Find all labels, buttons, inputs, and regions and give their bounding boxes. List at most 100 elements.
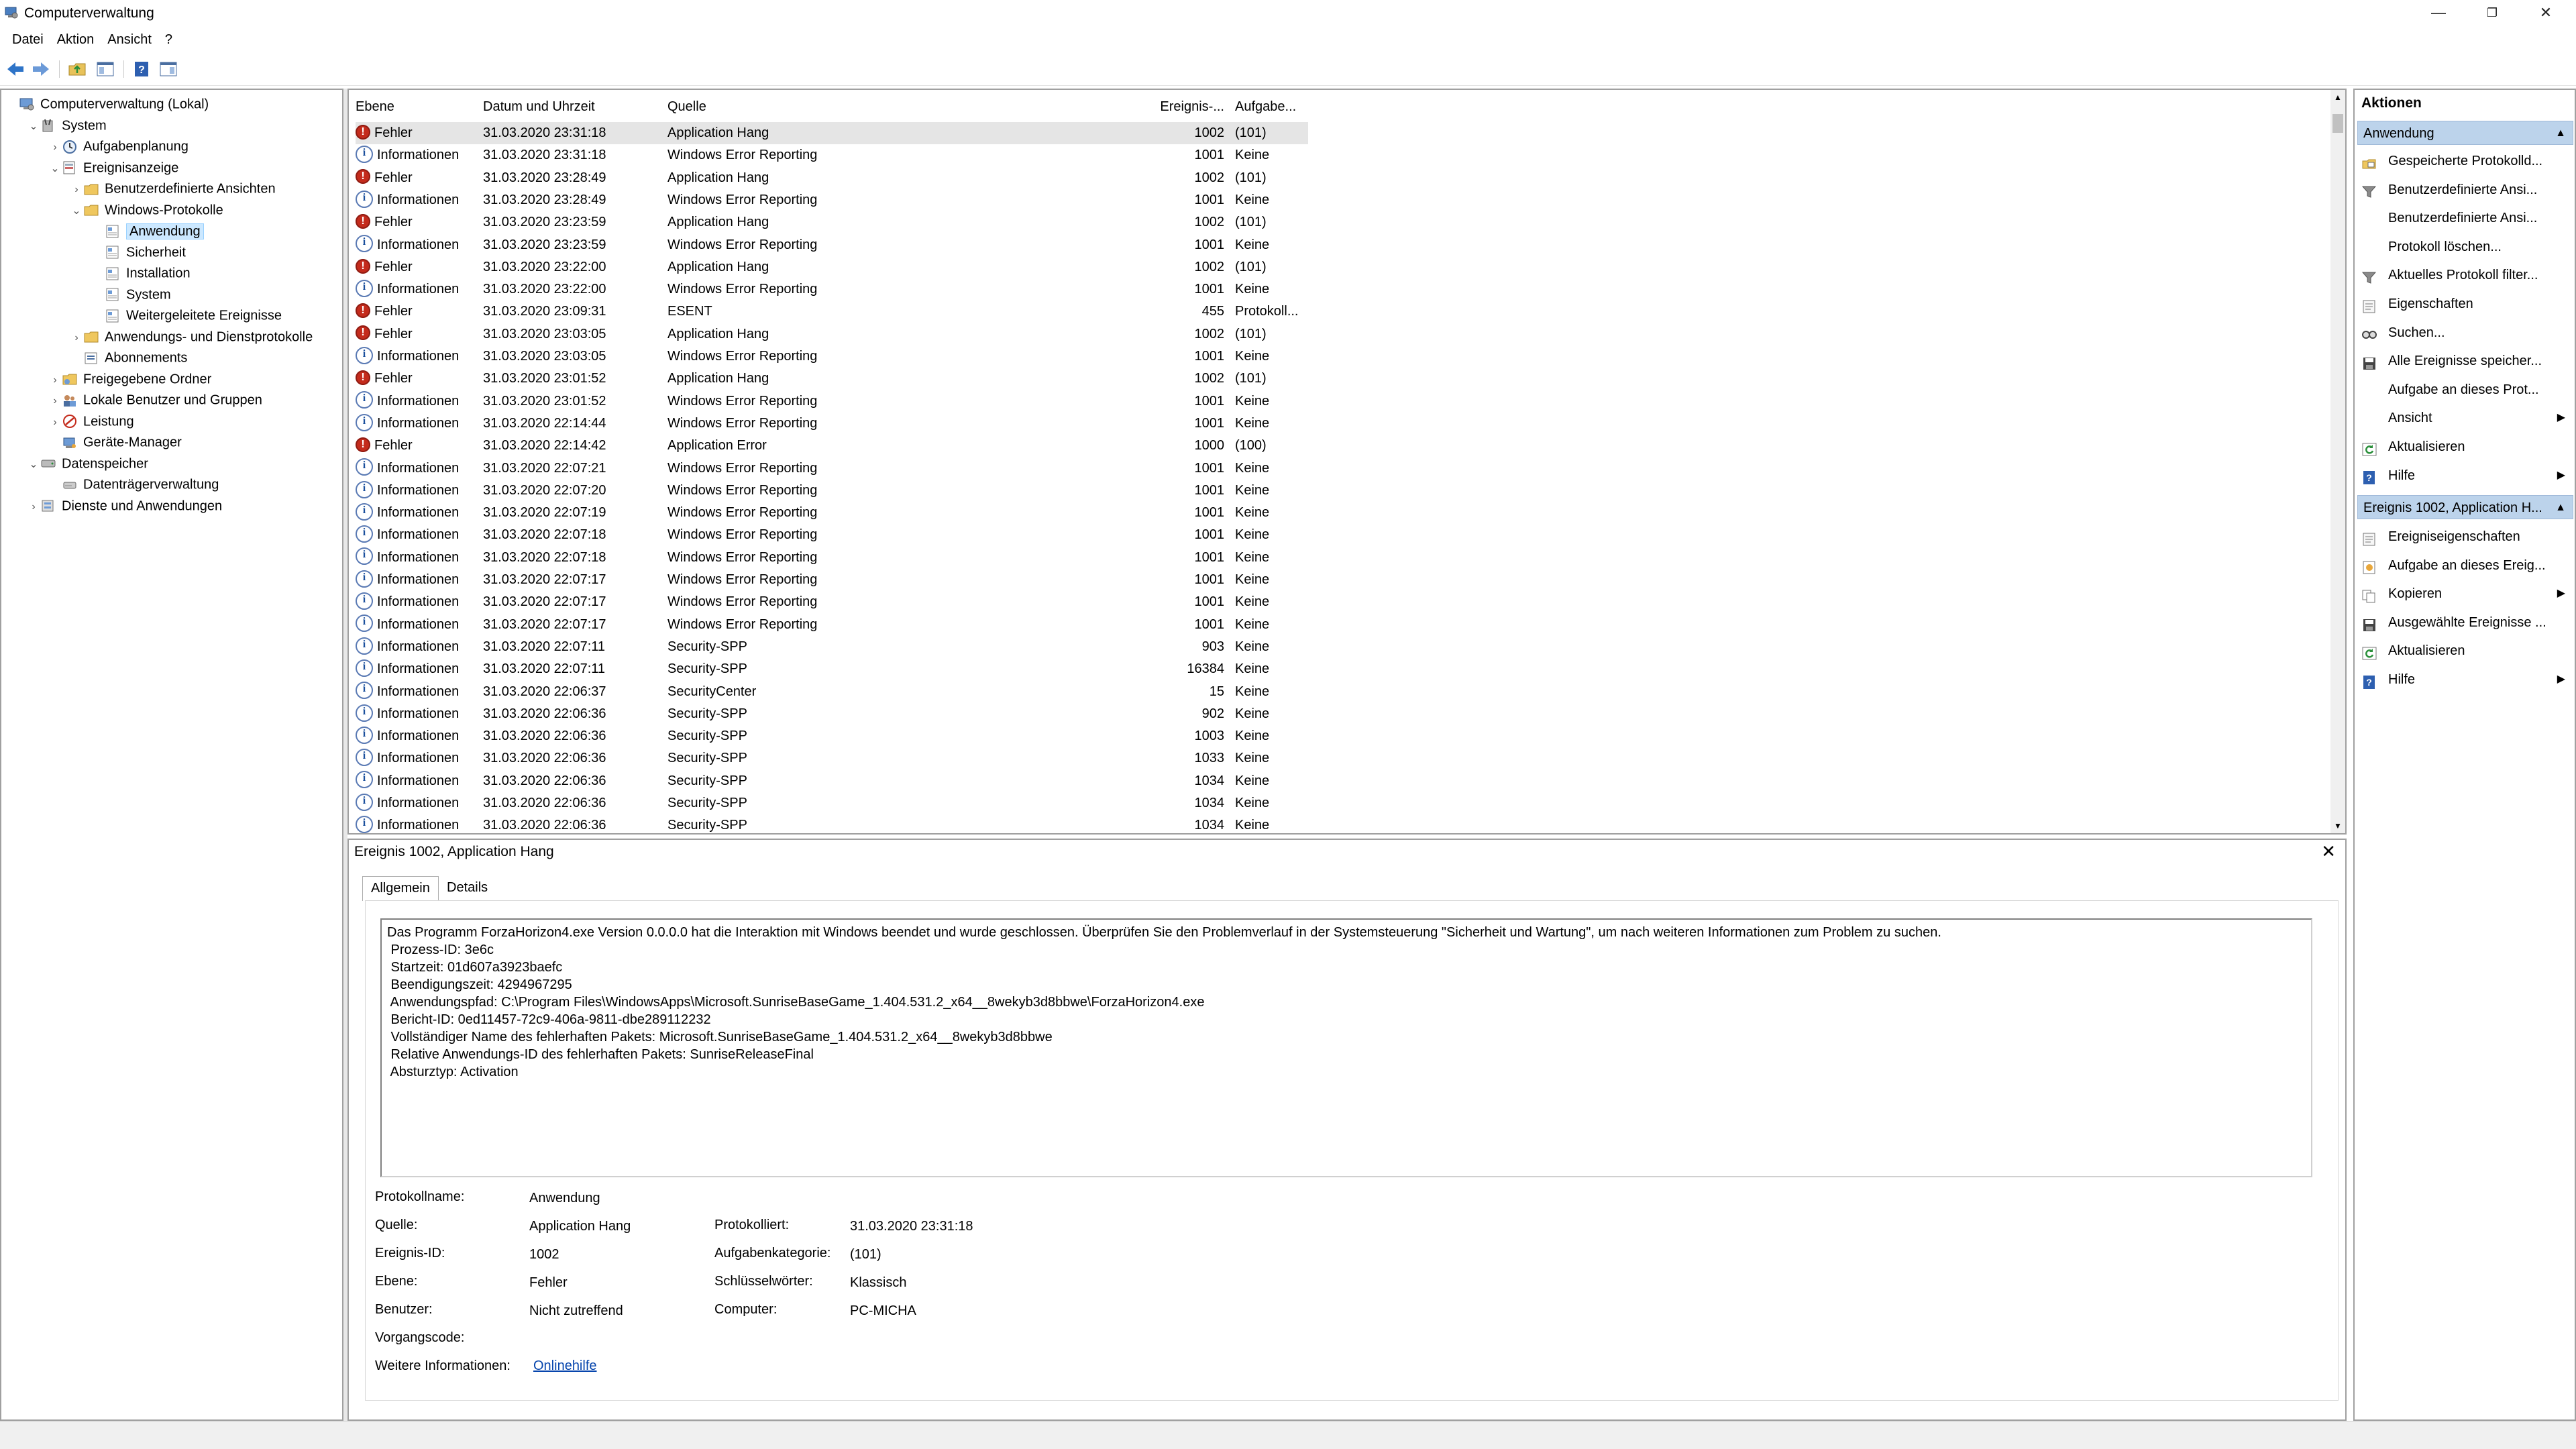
help-button[interactable]: ? <box>130 58 153 80</box>
action-item[interactable]: Suchen... <box>2361 319 2573 346</box>
expand-toggle-icon[interactable]: › <box>70 180 83 200</box>
tree-item[interactable]: ⌄ Datenspeicher <box>27 453 148 474</box>
forward-button[interactable] <box>30 58 52 80</box>
expand-toggle-icon[interactable]: › <box>48 391 62 411</box>
table-row[interactable]: i Informationen 31.03.2020 23:01:52 Windows… <box>356 390 1308 413</box>
column-header-quelle[interactable]: Quelle <box>667 97 1157 117</box>
table-row[interactable]: i Informationen 31.03.2020 23:31:18 Windows… <box>356 144 1308 166</box>
action-item[interactable]: Ansicht ▶ <box>2361 405 2573 431</box>
tab-details[interactable]: Details <box>439 876 496 900</box>
expand-toggle-icon[interactable]: ⌄ <box>27 117 40 137</box>
table-row[interactable]: ! Fehler 31.03.2020 23:03:05 Application Ha… <box>356 323 1308 345</box>
list-scrollbar[interactable]: ▲ ▼ <box>2330 90 2345 833</box>
tree-item[interactable]: Installation <box>91 263 191 283</box>
expand-toggle-icon[interactable]: › <box>48 138 62 158</box>
collapse-icon[interactable]: ▲ <box>2555 121 2566 146</box>
table-row[interactable]: i Informationen 31.03.2020 22:06:36 Securit… <box>356 770 1308 792</box>
action-item[interactable]: Aktuelles Protokoll filter... <box>2361 262 2573 288</box>
back-button[interactable] <box>4 58 27 80</box>
table-row[interactable]: i Informationen 31.03.2020 22:07:17 Windows… <box>356 591 1308 613</box>
action-item[interactable]: Protokoll löschen... <box>2361 233 2573 260</box>
action-item[interactable]: Aktualisieren <box>2361 637 2573 664</box>
table-row[interactable]: ! Fehler 31.03.2020 22:14:42 Application Er… <box>356 435 1308 457</box>
event-description[interactable]: Das Programm ForzaHorizon4.exe Version 0… <box>380 918 2312 1177</box>
table-row[interactable]: i Informationen 31.03.2020 22:06:36 Securit… <box>356 747 1308 769</box>
action-item[interactable]: Kopieren ▶ <box>2361 580 2573 607</box>
tree-item[interactable]: ⌄ Windows-Protokolle <box>70 200 223 220</box>
column-header-ebene[interactable]: Ebene <box>356 97 483 117</box>
expand-toggle-icon[interactable]: › <box>27 497 40 517</box>
detail-close-button[interactable]: ✕ <box>2321 841 2336 862</box>
table-row[interactable]: ! Fehler 31.03.2020 23:31:18 Application Ha… <box>356 122 1308 144</box>
tree-item[interactable]: Anwendung <box>91 221 204 241</box>
menu-help[interactable]: ? <box>158 27 179 52</box>
table-row[interactable]: i Informationen 31.03.2020 22:07:20 Windows… <box>356 480 1308 502</box>
expand-toggle-icon[interactable]: ⌄ <box>27 455 40 475</box>
table-row[interactable]: i Informationen 31.03.2020 23:22:00 Windows… <box>356 278 1308 301</box>
column-header-aufgabe[interactable]: Aufgabe... <box>1231 97 1309 117</box>
restore-button[interactable]: ❐ <box>2469 0 2516 27</box>
action-item[interactable]: Aktualisieren <box>2361 433 2573 460</box>
show-hide-action-pane-button[interactable] <box>157 58 180 80</box>
expand-toggle-icon[interactable]: ⌄ <box>70 201 83 221</box>
up-folder-button[interactable] <box>66 58 89 80</box>
action-item[interactable]: Benutzerdefinierte Ansi... <box>2361 176 2573 203</box>
action-item[interactable]: ? Hilfe ▶ <box>2361 666 2573 693</box>
tree-item[interactable]: ⌄ System <box>27 115 106 137</box>
table-row[interactable]: i Informationen 31.03.2020 22:07:11 Securit… <box>356 636 1308 658</box>
table-row[interactable]: ! Fehler 31.03.2020 23:09:31 ESENT 455 Protok… <box>356 301 1308 323</box>
table-row[interactable]: i Informationen 31.03.2020 22:07:19 Windows… <box>356 502 1308 524</box>
table-row[interactable]: ! Fehler 31.03.2020 23:01:52 Application Ha… <box>356 368 1308 390</box>
table-row[interactable]: i Informationen 31.03.2020 22:06:37 Securit… <box>356 681 1308 703</box>
action-item[interactable]: Aufgabe an dieses Ereig... <box>2361 552 2573 579</box>
table-row[interactable]: i Informationen 31.03.2020 23:03:05 Windows… <box>356 345 1308 368</box>
show-hide-tree-button[interactable] <box>94 58 117 80</box>
tree-item[interactable]: Weitergeleitete Ereignisse <box>91 305 282 325</box>
action-item[interactable]: Eigenschaften <box>2361 290 2573 317</box>
expand-toggle-icon[interactable]: › <box>48 413 62 433</box>
tree-item[interactable]: Abonnements <box>70 347 187 368</box>
table-row[interactable]: i Informationen 31.03.2020 22:06:36 Securit… <box>356 792 1308 814</box>
expand-toggle-icon[interactable]: › <box>70 328 83 348</box>
tree-item[interactable]: › Leistung <box>48 411 133 433</box>
table-row[interactable]: i Informationen 31.03.2020 22:07:17 Windows… <box>356 614 1308 636</box>
table-row[interactable]: i Informationen 31.03.2020 22:06:36 Securit… <box>356 725 1308 747</box>
expand-toggle-icon[interactable]: ⌄ <box>48 159 62 179</box>
table-row[interactable]: ! Fehler 31.03.2020 23:22:00 Application Ha… <box>356 256 1308 278</box>
action-item[interactable]: Alle Ereignisse speicher... <box>2361 347 2573 374</box>
table-row[interactable]: i Informationen 31.03.2020 22:06:36 Securit… <box>356 703 1308 725</box>
table-row[interactable]: ! Fehler 31.03.2020 23:23:59 Application Ha… <box>356 211 1308 233</box>
column-header-datum[interactable]: Datum und Uhrzeit <box>483 97 667 117</box>
menu-datei[interactable]: Datei <box>5 27 50 52</box>
tree-item[interactable]: Datenträgerverwaltung <box>48 474 219 494</box>
table-row[interactable]: i Informationen 31.03.2020 22:07:17 Windows… <box>356 569 1308 591</box>
table-row[interactable]: i Informationen 31.03.2020 22:07:18 Windows… <box>356 547 1308 569</box>
tree-item[interactable]: › Benutzerdefinierte Ansichten <box>70 178 275 200</box>
action-item[interactable]: Aufgabe an dieses Prot... <box>2361 376 2573 403</box>
table-row[interactable]: i Informationen 31.03.2020 22:07:18 Windows… <box>356 524 1308 546</box>
actions-section-anwendung[interactable]: Anwendung ▲ <box>2357 121 2573 145</box>
tree-item[interactable]: › Freigegebene Ordner <box>48 369 211 389</box>
minimize-button[interactable]: — <box>2415 0 2462 27</box>
tree-item[interactable]: System <box>91 284 171 305</box>
tree-item[interactable]: Sicherheit <box>91 242 186 262</box>
table-row[interactable]: i Informationen 31.03.2020 23:23:59 Windows… <box>356 234 1308 256</box>
expand-toggle-icon[interactable]: › <box>48 370 62 390</box>
menu-aktion[interactable]: Aktion <box>50 27 101 52</box>
tree-item[interactable]: Computerverwaltung (Lokal) <box>5 94 209 114</box>
column-header-ereignis-id[interactable]: Ereignis-... <box>1157 97 1224 117</box>
action-item[interactable]: Ausgewählte Ereignisse ... <box>2361 609 2573 636</box>
table-row[interactable]: i Informationen 31.03.2020 23:28:49 Windows… <box>356 189 1308 211</box>
actions-section-event[interactable]: Ereignis 1002, Application H... ▲ <box>2357 495 2573 519</box>
close-button[interactable]: ✕ <box>2522 0 2569 27</box>
scroll-up-icon[interactable]: ▲ <box>2334 93 2342 102</box>
tree-item[interactable]: › Dienste und Anwendungen <box>27 496 222 516</box>
action-item[interactable]: Benutzerdefinierte Ansi... <box>2361 205 2573 231</box>
collapse-icon[interactable]: ▲ <box>2555 496 2566 520</box>
tree-item[interactable]: › Lokale Benutzer und Gruppen <box>48 390 262 410</box>
tree-item[interactable]: › Anwendungs- und Dienstprotokolle <box>70 327 313 347</box>
tree-item[interactable]: Geräte-Manager <box>48 432 182 452</box>
table-row[interactable]: i Informationen 31.03.2020 22:14:44 Windows… <box>356 413 1308 435</box>
scroll-down-icon[interactable]: ▼ <box>2334 821 2342 830</box>
tree-item[interactable]: ⌄ Ereignisanzeige <box>48 158 178 178</box>
